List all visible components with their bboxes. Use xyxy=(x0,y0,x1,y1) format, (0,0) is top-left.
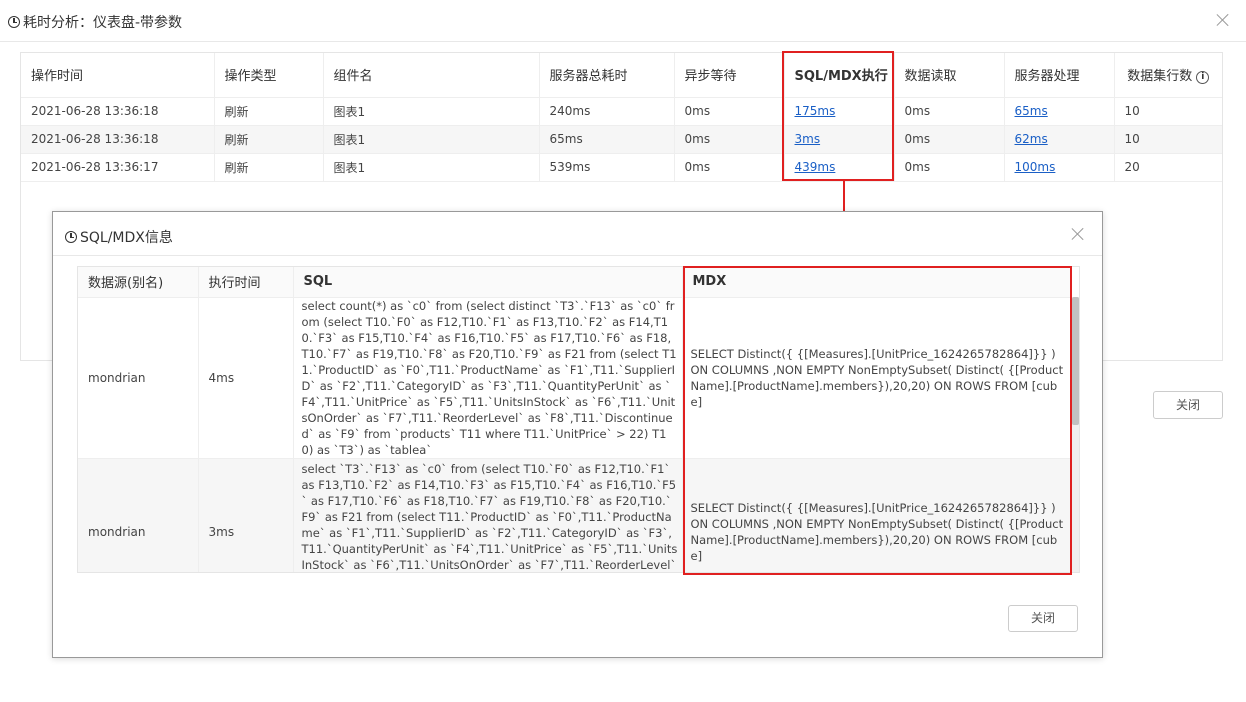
cell-rows: 10 xyxy=(1114,97,1222,126)
cell-total: 65ms xyxy=(539,125,675,154)
cell-time: 4ms xyxy=(198,297,294,459)
table-row: mondrian 4ms select count(*) as `c0` fro… xyxy=(78,297,1072,459)
cell-rows: 10 xyxy=(1114,125,1222,154)
cell-sql: 439ms xyxy=(784,153,895,182)
dialog-title: SQL/MDX信息 xyxy=(65,228,173,246)
column-header: MDX xyxy=(682,267,1072,298)
cell-type: 刷新 xyxy=(214,153,324,182)
info-icon[interactable]: i xyxy=(1196,71,1210,85)
cell-component: 图表1 xyxy=(323,97,540,126)
cell-rows: 20 xyxy=(1114,153,1222,182)
column-header: 组件名 xyxy=(323,53,540,98)
cell-sql: 175ms xyxy=(784,97,895,126)
column-header: 异步等待 xyxy=(674,53,785,98)
table-row: mondrian 3ms select `T3`.`F13` as `c0` f… xyxy=(78,458,1072,572)
cell-time: 2021-06-28 13:36:17 xyxy=(21,153,215,182)
column-header-rows: 数据集行数 i xyxy=(1114,53,1222,98)
cell-time: 2021-06-28 13:36:18 xyxy=(21,125,215,154)
table-row: 2021-06-28 13:36:18 刷新 图表1 65ms 0ms 3ms … xyxy=(21,125,1222,154)
table-header-row: 操作时间 操作类型 组件名 服务器总耗时 异步等待 SQL/MDX执行 数据读取… xyxy=(21,53,1222,98)
column-header: 操作类型 xyxy=(214,53,324,98)
cell-time: 2021-06-28 13:36:18 xyxy=(21,97,215,126)
cell-async: 0ms xyxy=(674,97,785,126)
cell-server: 65ms xyxy=(1004,97,1115,126)
column-header: 操作时间 xyxy=(21,53,215,98)
clock-icon xyxy=(8,16,20,28)
cell-source: mondrian xyxy=(78,458,199,572)
divider xyxy=(53,255,1102,256)
cell-async: 0ms xyxy=(674,153,785,182)
cell-read: 0ms xyxy=(894,97,1005,126)
cell-sql: 3ms xyxy=(784,125,895,154)
cell-mdx: SELECT Distinct({ {[Measures].[UnitPrice… xyxy=(682,458,1072,572)
column-header: 服务器总耗时 xyxy=(539,53,675,98)
vertical-scrollbar[interactable] xyxy=(1072,297,1079,572)
cell-type: 刷新 xyxy=(214,125,324,154)
cell-source: mondrian xyxy=(78,297,199,459)
sql-time-link[interactable]: 3ms xyxy=(795,132,821,146)
cell-server: 100ms xyxy=(1004,153,1115,182)
column-header: 数据源(别名) xyxy=(78,267,199,298)
column-header-label: 数据集行数 xyxy=(1127,69,1193,85)
dialog-title-text: SQL/MDX信息 xyxy=(80,230,173,246)
column-header: 数据读取 xyxy=(894,53,1005,98)
cell-sql: select `T3`.`F13` as `c0` from (select T… xyxy=(293,458,683,572)
cell-component: 图表1 xyxy=(323,153,540,182)
window-title-text: 耗时分析：仪表盘-带参数 xyxy=(23,15,183,31)
cell-async: 0ms xyxy=(674,125,785,154)
cell-time: 3ms xyxy=(198,458,294,572)
dialog-close-button[interactable]: 关闭 xyxy=(1008,605,1078,632)
cell-server: 62ms xyxy=(1004,125,1115,154)
sql-time-link[interactable]: 175ms xyxy=(795,104,836,118)
scrollbar-thumb[interactable] xyxy=(1072,297,1079,425)
column-header: 执行时间 xyxy=(198,267,294,298)
server-time-link[interactable]: 62ms xyxy=(1015,132,1048,146)
close-icon[interactable] xyxy=(1216,13,1230,27)
sql-time-link[interactable]: 439ms xyxy=(795,160,836,174)
close-button[interactable]: 关闭 xyxy=(1153,391,1223,419)
sql-mdx-table: 数据源(别名) 执行时间 SQL MDX mondrian 4ms select… xyxy=(77,266,1080,573)
time-analysis-window: 耗时分析：仪表盘-带参数 操作时间 操作类型 组件名 服务器总耗时 异步等待 S… xyxy=(0,0,1246,702)
cell-total: 539ms xyxy=(539,153,675,182)
cell-sql: select count(*) as `c0` from (select dis… xyxy=(293,297,683,459)
cell-mdx: SELECT Distinct({ {[Measures].[UnitPrice… xyxy=(682,297,1072,459)
table-header-row: 数据源(别名) 执行时间 SQL MDX xyxy=(78,267,1072,298)
divider xyxy=(0,41,1246,42)
cell-type: 刷新 xyxy=(214,97,324,126)
cell-read: 0ms xyxy=(894,125,1005,154)
column-header: SQL xyxy=(293,267,683,298)
window-title: 耗时分析：仪表盘-带参数 xyxy=(8,12,182,32)
server-time-link[interactable]: 100ms xyxy=(1015,160,1056,174)
server-time-link[interactable]: 65ms xyxy=(1015,104,1048,118)
sql-mdx-dialog: SQL/MDX信息 数据源(别名) 执行时间 SQL MDX mondrian … xyxy=(52,211,1103,658)
clock-icon xyxy=(65,231,77,243)
column-header: 服务器处理 xyxy=(1004,53,1115,98)
cell-total: 240ms xyxy=(539,97,675,126)
table-row: 2021-06-28 13:36:18 刷新 图表1 240ms 0ms 175… xyxy=(21,97,1222,126)
cell-read: 0ms xyxy=(894,153,1005,182)
close-icon[interactable] xyxy=(1071,227,1085,241)
cell-component: 图表1 xyxy=(323,125,540,154)
column-header: SQL/MDX执行 xyxy=(784,53,895,98)
table-row: 2021-06-28 13:36:17 刷新 图表1 539ms 0ms 439… xyxy=(21,153,1222,182)
